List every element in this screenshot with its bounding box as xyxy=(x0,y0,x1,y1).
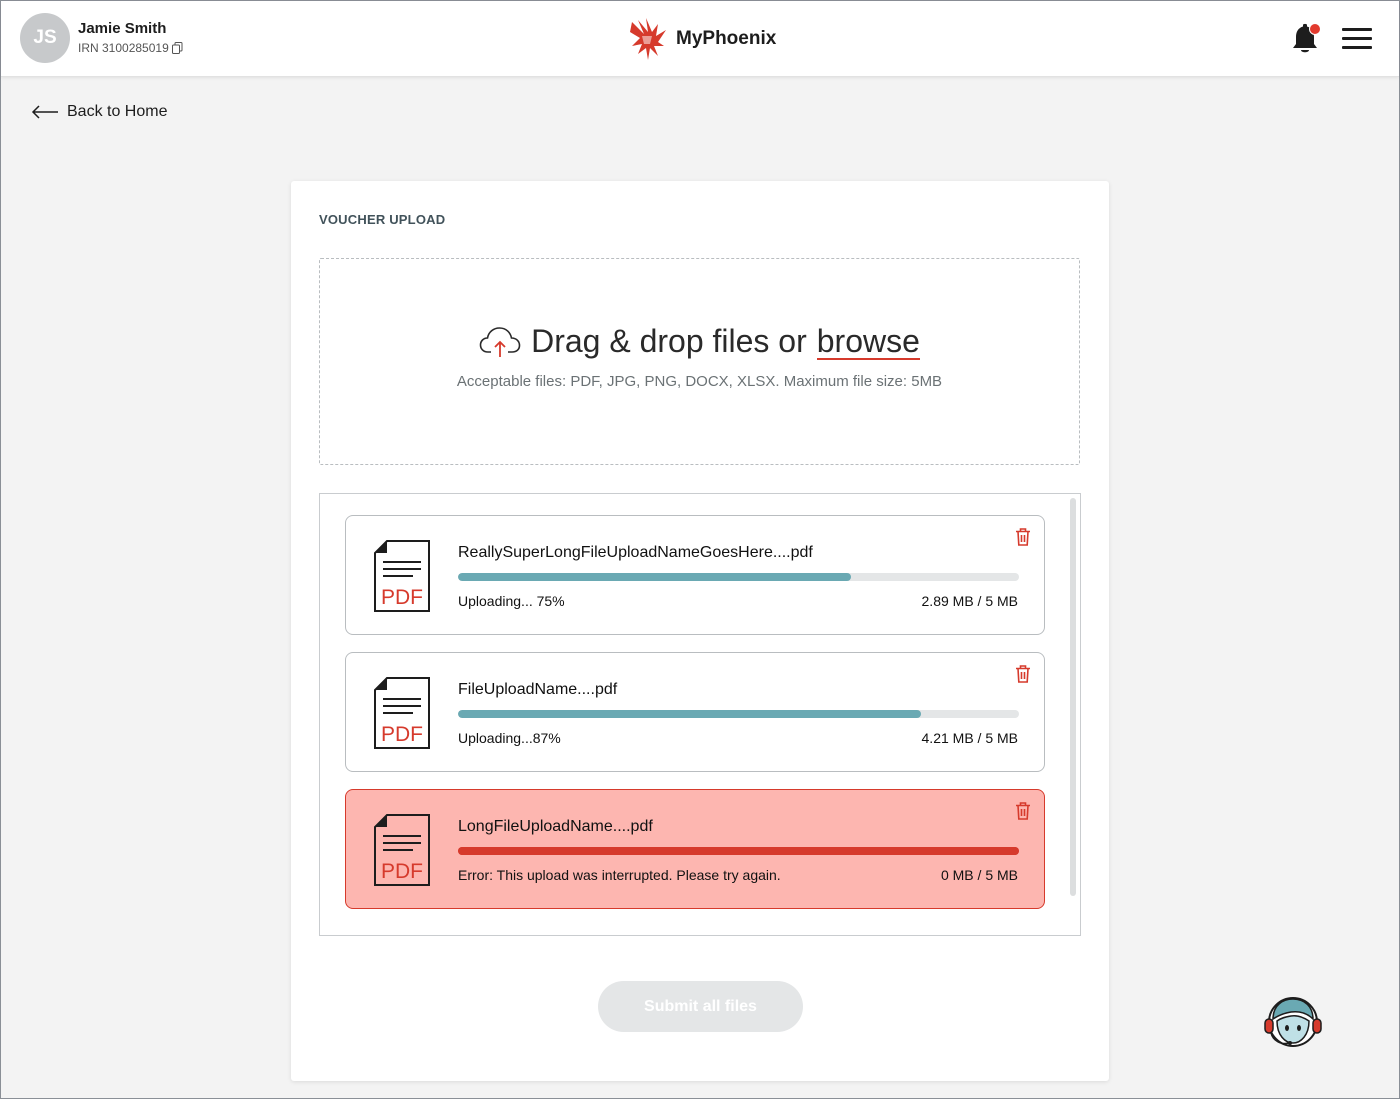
trash-icon[interactable] xyxy=(1015,528,1031,546)
back-to-home-link[interactable]: Back to Home xyxy=(31,103,167,121)
file-size: 0 MB / 5 MB xyxy=(940,867,1018,883)
dropzone-text: Drag & drop files or xyxy=(531,323,807,359)
user-irn-row: IRN 3100285019 xyxy=(78,41,183,55)
file-item: PDF ReallySuperLongFileUploadNameGoesHer… xyxy=(345,515,1045,635)
copy-icon[interactable] xyxy=(171,42,183,54)
file-status: Error: This upload was interrupted. Plea… xyxy=(458,867,781,883)
pdf-file-icon: PDF xyxy=(373,814,431,886)
scrollbar[interactable] xyxy=(1070,498,1076,896)
brand[interactable]: MyPhoenix xyxy=(628,16,776,62)
browse-link[interactable]: browse xyxy=(816,324,920,360)
progress-fill xyxy=(458,573,851,581)
dropzone-prompt: Drag & drop files or browse xyxy=(320,323,1079,360)
user-name: Jamie Smith xyxy=(78,20,167,37)
progress-bar xyxy=(458,573,1019,581)
menu-icon[interactable] xyxy=(1342,28,1372,50)
file-status: Uploading... 75% xyxy=(458,593,565,609)
trash-icon[interactable] xyxy=(1015,665,1031,683)
phoenix-logo-icon xyxy=(628,16,670,62)
file-name: ReallySuperLongFileUploadNameGoesHere...… xyxy=(458,544,813,561)
back-label: Back to Home xyxy=(67,103,168,120)
file-list-panel: PDF ReallySuperLongFileUploadNameGoesHer… xyxy=(319,493,1081,936)
chat-assistant-icon[interactable] xyxy=(1263,995,1323,1051)
pdf-file-icon: PDF xyxy=(373,540,431,612)
pdf-label: PDF xyxy=(381,723,423,746)
file-status: Uploading...87% xyxy=(458,730,561,746)
bell-icon[interactable] xyxy=(1287,21,1323,57)
file-name: FileUploadName....pdf xyxy=(458,681,618,698)
progress-fill xyxy=(458,710,921,718)
accepted-files-text: Acceptable files: PDF, JPG, PNG, DOCX, X… xyxy=(456,373,943,390)
progress-bar xyxy=(458,847,1019,855)
pdf-label: PDF xyxy=(381,586,423,609)
pdf-label: PDF xyxy=(381,860,423,883)
voucher-upload-card: VOUCHER UPLOAD Drag & drop files or brow… xyxy=(291,181,1109,1081)
file-dropzone[interactable]: Drag & drop files or browse Acceptable f… xyxy=(319,258,1080,465)
brand-name: MyPhoenix xyxy=(676,28,777,49)
file-size: 2.89 MB / 5 MB xyxy=(921,593,1018,609)
card-title: VOUCHER UPLOAD xyxy=(319,212,446,227)
progress-fill xyxy=(458,847,1019,855)
progress-bar xyxy=(458,710,1019,718)
file-item-error: PDF LongFileUploadName....pdf Error: Thi… xyxy=(345,789,1045,909)
avatar[interactable]: JS xyxy=(20,13,70,63)
file-name: LongFileUploadName....pdf xyxy=(458,818,653,835)
top-header: JS Jamie Smith IRN 3100285019 MyPhoenix xyxy=(1,1,1399,77)
trash-icon[interactable] xyxy=(1015,802,1031,820)
user-irn: IRN 3100285019 xyxy=(78,41,169,55)
pdf-file-icon: PDF xyxy=(373,677,431,749)
file-item: PDF FileUploadName....pdf Uploading...87… xyxy=(345,652,1045,772)
arrow-left-icon xyxy=(31,105,59,119)
submit-all-files-button[interactable]: Submit all files xyxy=(598,981,803,1032)
file-size: 4.21 MB / 5 MB xyxy=(921,730,1018,746)
cloud-upload-icon xyxy=(479,325,521,359)
